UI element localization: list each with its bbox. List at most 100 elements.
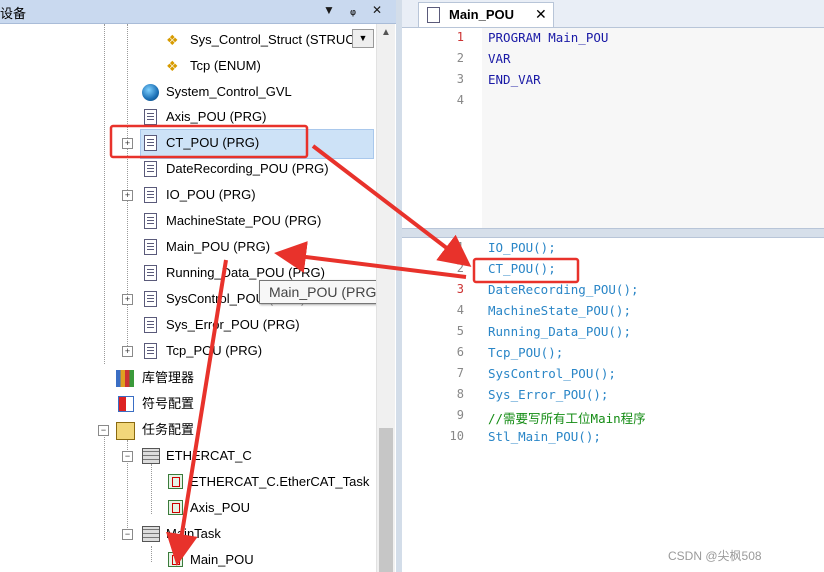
panel-menu-dropdown-icon[interactable]: ▼ [322, 3, 336, 19]
scrollbar-thumb[interactable] [379, 428, 393, 572]
struct-icon: ❖ [166, 32, 179, 48]
line-number: 5 [456, 324, 464, 338]
collapse-icon[interactable]: − [98, 425, 109, 436]
line-number: 9 [456, 408, 464, 422]
editor-splitter[interactable] [402, 228, 824, 238]
declaration-editor[interactable]: PROGRAM Main_POU VAR END_VAR [482, 28, 824, 228]
tree-item-label: Tcp_POU (PRG) [166, 343, 263, 358]
tree-item-library-manager[interactable]: 库管理器 [0, 366, 376, 390]
panel-pin-icon[interactable]: ᵩ [346, 3, 360, 19]
symbol-config-icon [118, 396, 134, 412]
tree-item-task-config[interactable]: − 任务配置 [0, 418, 376, 442]
tree-item-label: Main_POU (PRG) [166, 239, 271, 254]
enum-icon: ❖ [166, 58, 179, 74]
tree-item-label: DateRecording_POU (PRG) [166, 161, 329, 176]
document-icon [144, 291, 157, 307]
tree-item-symbol-config[interactable]: 符号配置 [0, 392, 376, 416]
tree-item-label: MachineState_POU (PRG) [166, 213, 322, 228]
line-number: 4 [456, 93, 464, 107]
expand-icon[interactable]: + [122, 346, 133, 357]
tree-item-system-control-gvl[interactable]: System_Control_GVL [0, 80, 376, 104]
tree-item-sys-control-struct[interactable]: ❖ Sys_Control_Struct (STRUC [0, 28, 376, 52]
tree-item-axis-pou-call[interactable]: Axis_POU [0, 496, 376, 520]
implementation-editor[interactable]: IO_POU(); CT_POU(); DateRecording_POU();… [482, 238, 824, 572]
devices-panel-title: 设备 [0, 6, 27, 21]
scroll-up-icon[interactable]: ▲ [379, 27, 393, 39]
code-line: Running_Data_POU(); [488, 324, 631, 339]
tree-item-label: MainTask [166, 526, 221, 541]
tree-item-axis-pou[interactable]: Axis_POU (PRG) [0, 105, 376, 129]
tree-item-tcp-enum[interactable]: ❖ Tcp (ENUM) [0, 54, 376, 78]
document-icon [144, 239, 157, 255]
tree-item-main-pou[interactable]: Main_POU (PRG) [0, 235, 376, 259]
code-line: Sys_Error_POU(); [488, 387, 609, 402]
globe-icon [142, 84, 159, 101]
tree-item-label: System_Control_GVL [166, 84, 292, 99]
document-icon [144, 109, 157, 125]
tree-item-io-pou[interactable]: + IO_POU (PRG) [0, 183, 376, 207]
tab-title: Main_POU [449, 7, 515, 22]
tree-item-main-pou-call[interactable]: Main_POU [0, 548, 376, 572]
tree-item-label: Axis_POU [190, 500, 250, 515]
document-icon [144, 187, 157, 203]
code-line: DateRecording_POU(); [488, 282, 639, 297]
tree-scrollbar[interactable]: ▲ [376, 24, 395, 572]
tree-item-label: Sys_Control_Struct (STRUC [190, 32, 355, 47]
tab-close-icon[interactable]: ✕ [535, 6, 547, 23]
document-icon [144, 135, 157, 151]
tree-item-label: IO_POU (PRG) [166, 187, 256, 202]
panel-close-icon[interactable]: ✕ [370, 3, 384, 19]
tree-item-maintask[interactable]: − MainTask [0, 522, 376, 546]
tree-item-ethercat-task[interactable]: ETHERCAT_C.EtherCAT_Task [0, 470, 376, 494]
line-number: 3 [456, 72, 464, 86]
program-call-icon [168, 552, 183, 567]
code-line: MachineState_POU(); [488, 303, 631, 318]
line-number: 4 [456, 303, 464, 317]
tree-item-label: ETHERCAT_C.EtherCAT_Task [190, 474, 370, 489]
tree-item-ethercat-c[interactable]: − ETHERCAT_C [0, 444, 376, 468]
line-number: 6 [456, 345, 464, 359]
line-number: 2 [456, 51, 464, 65]
code-line: END_VAR [488, 72, 541, 87]
document-icon [144, 343, 157, 359]
editor-tabbar: Main_POU ✕ [402, 0, 824, 28]
task-config-icon [116, 422, 135, 440]
expand-icon[interactable]: + [122, 294, 133, 305]
code-line: VAR [488, 51, 511, 66]
code-comment: //需要写所有工位Main程序 [488, 411, 646, 426]
task-icon [142, 526, 160, 542]
line-number: 2 [456, 261, 464, 275]
library-icon [116, 370, 134, 387]
code-line: CT_POU(); [488, 261, 556, 276]
line-number: 8 [456, 387, 464, 401]
code-line: Stl_Main_POU(); [488, 429, 601, 444]
tab-main-pou[interactable]: Main_POU ✕ [418, 2, 554, 27]
tree-item-machinestate-pou[interactable]: MachineState_POU (PRG) [0, 209, 376, 233]
devices-panel-header: 设备 ▼ ᵩ ✕ [0, 0, 396, 24]
code-editor: Main_POU ✕ 1 2 3 4 PROGRAM Main_POU VAR … [402, 0, 824, 572]
expand-icon[interactable]: + [122, 190, 133, 201]
collapse-icon[interactable]: − [122, 529, 133, 540]
document-icon [144, 317, 157, 333]
tree-item-ct-pou[interactable]: + CT_POU (PRG) [0, 131, 376, 155]
line-number: 1 [456, 30, 464, 44]
tree-item-label: ETHERCAT_C [166, 448, 252, 463]
line-number: 10 [449, 429, 464, 443]
devices-panel: 设备 ▼ ᵩ ✕ ❖ Sys_Control_Struct (STRUC ▼ ❖… [0, 0, 396, 572]
document-icon [427, 7, 440, 23]
program-call-icon [168, 500, 183, 515]
line-number: 1 [456, 240, 464, 254]
task-icon [142, 448, 160, 464]
tree-item-label: Tcp (ENUM) [190, 58, 261, 73]
tooltip: Main_POU (PRG) [259, 280, 391, 304]
document-icon [144, 161, 157, 177]
tree-item-label: 库管理器 [142, 370, 195, 385]
expand-icon[interactable]: + [122, 138, 133, 149]
tree-item-daterecording-pou[interactable]: DateRecording_POU (PRG) [0, 157, 376, 181]
program-call-icon [168, 474, 183, 489]
collapse-icon[interactable]: − [122, 451, 133, 462]
tree-item-dropdown-button[interactable]: ▼ [352, 29, 374, 48]
tree-item-tcp-pou[interactable]: + Tcp_POU (PRG) [0, 339, 376, 363]
tree-item-sys-error-pou[interactable]: Sys_Error_POU (PRG) [0, 313, 376, 337]
tree-item-label: Main_POU [190, 552, 254, 567]
